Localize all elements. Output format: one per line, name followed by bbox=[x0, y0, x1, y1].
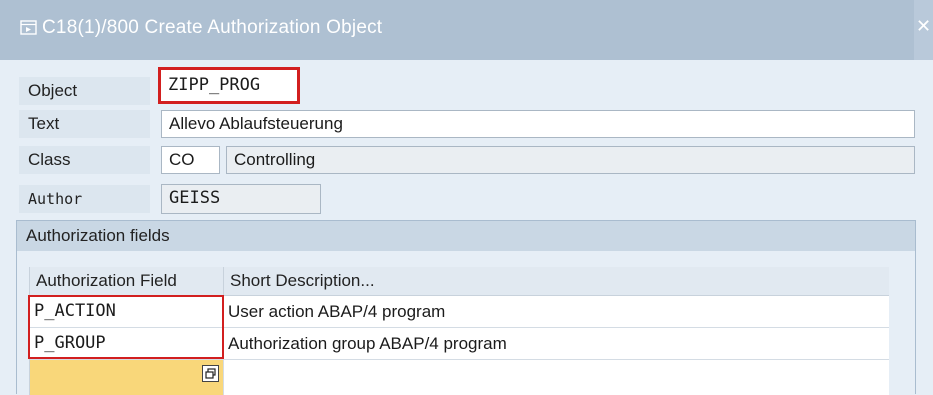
text-input[interactable]: Allevo Ablaufsteuerung bbox=[161, 110, 915, 138]
group-title: Authorization fields bbox=[17, 221, 915, 251]
row-description-cell: User action ABAP/4 program bbox=[228, 302, 446, 321]
authorization-fields-group: Authorization fields Authorization Field… bbox=[16, 220, 916, 395]
close-button[interactable]: ✕ bbox=[914, 0, 933, 60]
row-field-cell[interactable]: P_GROUP bbox=[30, 328, 224, 359]
object-label: Object bbox=[19, 77, 150, 105]
class-description: Controlling bbox=[226, 146, 915, 174]
new-entry-row[interactable] bbox=[30, 360, 890, 395]
dialog-body: Object ZIPP_PROG Text Allevo Ablaufsteue… bbox=[0, 60, 933, 395]
class-code-input[interactable]: CO bbox=[161, 146, 220, 174]
window-title: C18(1)/800 Create Authorization Object bbox=[42, 17, 383, 38]
author-label: Author bbox=[19, 185, 150, 213]
new-description-cell bbox=[224, 360, 890, 395]
table-scrollbar[interactable] bbox=[889, 267, 903, 395]
window-menu-icon[interactable] bbox=[20, 20, 37, 35]
row-field-cell[interactable]: P_ACTION bbox=[30, 296, 224, 327]
authorization-fields-table: Authorization Field Short Description...… bbox=[28, 267, 890, 395]
class-label: Class bbox=[19, 146, 150, 174]
author-value: GEISS bbox=[161, 184, 321, 214]
text-label: Text bbox=[19, 110, 150, 138]
table-header: Authorization Field Short Description... bbox=[30, 267, 890, 296]
value-help-button[interactable] bbox=[202, 365, 219, 382]
close-icon: ✕ bbox=[915, 16, 932, 36]
column-header-short-description[interactable]: Short Description... bbox=[224, 267, 890, 295]
new-field-input[interactable] bbox=[30, 360, 224, 395]
column-header-authorization-field[interactable]: Authorization Field bbox=[30, 267, 224, 295]
value-help-icon bbox=[205, 368, 216, 379]
row-description-cell: Authorization group ABAP/4 program bbox=[228, 334, 507, 353]
table-row[interactable]: P_ACTION User action ABAP/4 program bbox=[30, 296, 890, 328]
object-input[interactable]: ZIPP_PROG bbox=[158, 67, 300, 104]
window-titlebar: C18(1)/800 Create Authorization Object ✕ bbox=[0, 0, 933, 60]
table-row[interactable]: P_GROUP Authorization group ABAP/4 progr… bbox=[30, 328, 890, 360]
